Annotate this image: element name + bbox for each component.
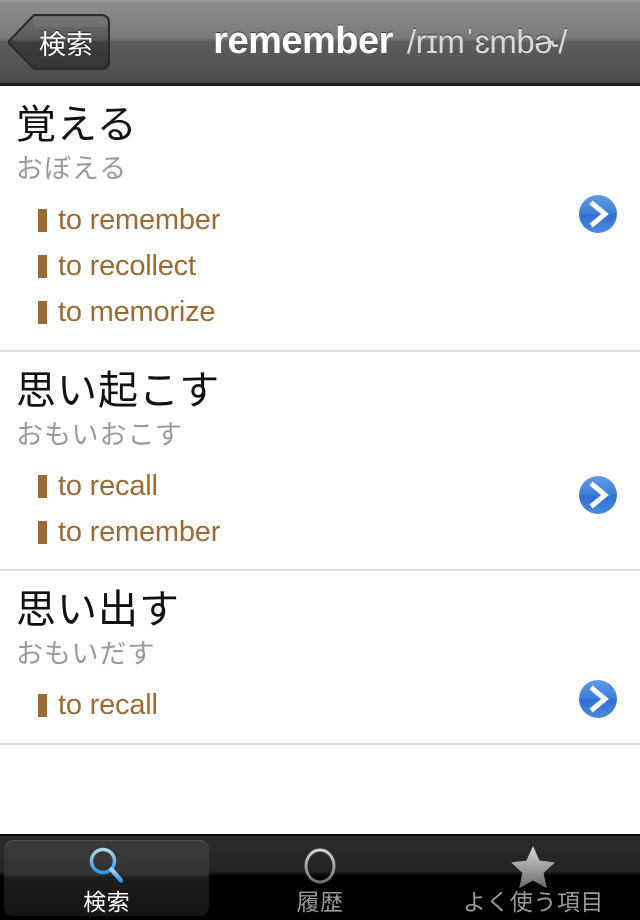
tab-favorites-label: よく使う項目 [462,888,604,915]
tab-favorites[interactable]: よく使う項目 [427,836,640,920]
entry-headword: 思い出す [16,588,180,633]
entry-reading: おもいおこす [16,419,183,450]
sense-item: to recall [0,683,640,729]
sense-bullet-icon [38,209,47,233]
search-magnifier-icon [84,843,130,889]
sense-bullet-icon [38,474,47,498]
chevron-right-circle-icon [576,472,620,517]
navbar-title-group: remember /rɪmˈɛmbɚ/ [150,0,630,83]
tab-bar: 検索 履歴 よく使う項目 [0,834,640,920]
page-title: remember [213,20,393,62]
sense-text: to memorize [58,296,216,329]
sense-item: to memorize [0,290,640,336]
tab-search-label: 検索 [83,888,131,915]
chevron-right-circle-icon [576,677,620,722]
dictionary-entry[interactable]: 思い出す おもいだす to recall [0,571,640,745]
sense-item: to remember [0,509,640,555]
back-button-label: 検索 [39,29,93,60]
sense-text: to recall [58,469,158,502]
back-button[interactable]: 検索 [8,14,110,70]
app-root: 検索 remember /rɪmˈɛmbɚ/ 覚える おぼえる to remem… [0,0,640,920]
dictionary-entry[interactable]: 覚える おぼえる to remember to recollect to mem… [0,86,640,352]
dictionary-entry[interactable]: 思い起こす おもいおこす to recall to remember [0,352,640,572]
disclosure-button[interactable] [574,471,622,519]
star-favorites-icon [508,843,558,889]
sense-text: to recall [58,689,158,722]
disclosure-button[interactable] [574,675,622,723]
sense-item: to remember [0,198,640,244]
entry-reading: おもいだす [16,639,156,670]
entry-reading: おぼえる [16,154,128,185]
sense-item: to recollect [0,244,640,290]
tab-search[interactable]: 検索 [0,836,213,920]
entry-headword: 思い起こす [16,368,221,413]
sense-item: to recall [0,463,640,509]
sense-text: to recollect [58,250,196,283]
sense-text: to remember [58,515,221,548]
entry-headword: 覚える [16,103,138,147]
tab-history[interactable]: 履歴 [213,836,426,920]
sense-text: to remember [58,204,221,237]
sense-list: to recall to remember [0,463,640,555]
clock-history-icon [297,843,343,889]
sense-list: to recall [0,683,640,729]
sense-bullet-icon [38,255,47,279]
dictionary-entry-list[interactable]: 覚える おぼえる to remember to recollect to mem… [0,86,640,834]
disclosure-button[interactable] [574,190,622,238]
sense-list: to remember to recollect to memorize [0,198,640,336]
phonetic-transcription: /rɪmˈɛmbɚ/ [406,22,567,60]
navigation-bar: 検索 remember /rɪmˈɛmbɚ/ [0,0,640,86]
sense-bullet-icon [38,694,47,718]
chevron-right-circle-icon [576,192,620,236]
sense-bullet-icon [38,520,47,544]
sense-bullet-icon [38,301,47,325]
tab-history-label: 履歴 [296,888,344,915]
